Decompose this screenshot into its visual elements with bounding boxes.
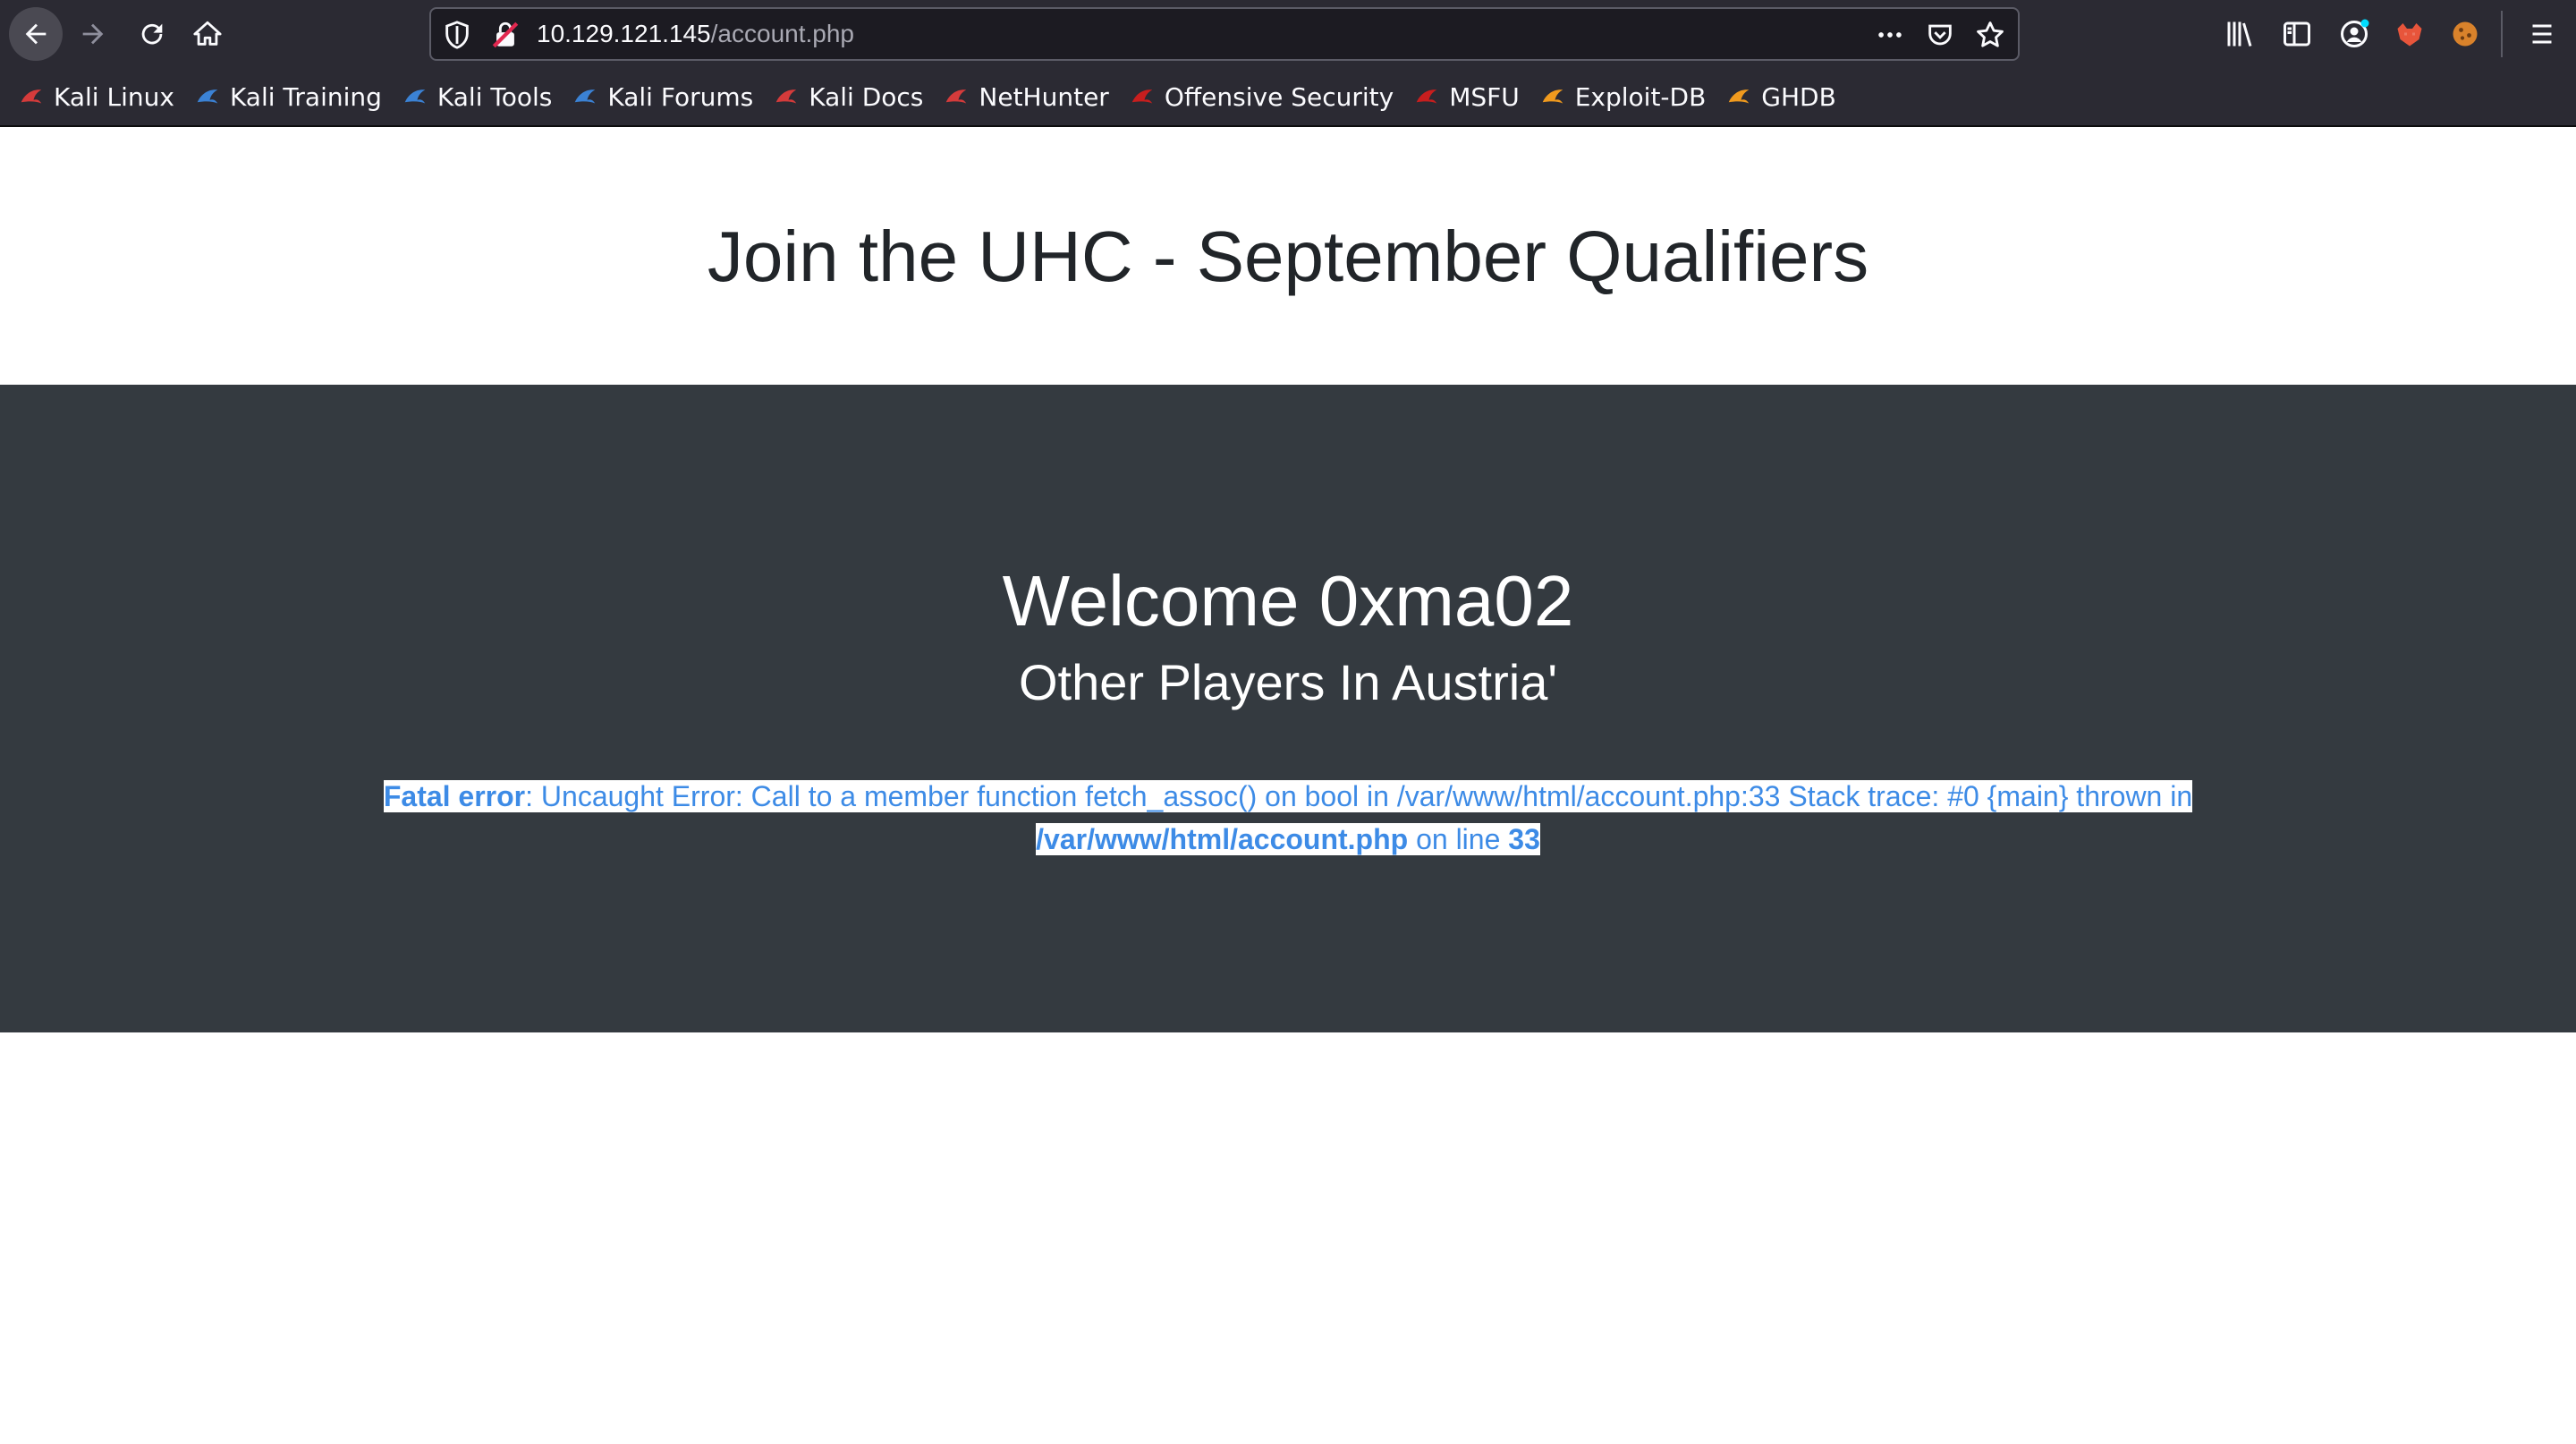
ghdb-icon — [1729, 89, 1750, 104]
arrow-right-icon — [82, 23, 104, 45]
reload-icon — [141, 23, 163, 45]
bookmark-label: NetHunter — [979, 81, 1109, 112]
kali-tools-icon — [404, 89, 426, 104]
bookmark-item[interactable]: GHDB — [1725, 82, 1836, 112]
bookmark-label: Kali Tools — [436, 81, 553, 112]
forward-button[interactable] — [66, 7, 120, 61]
welcome-section: Welcome 0xma02 Other Players In Austria'… — [0, 385, 2576, 1032]
players-subtitle: Other Players In Austria' — [1018, 654, 1558, 710]
shield-icon[interactable] — [442, 20, 472, 50]
library-icon[interactable] — [2224, 18, 2256, 50]
error-label: Fatal error — [383, 780, 526, 812]
insecure-lock-icon[interactable] — [490, 20, 521, 50]
kali-docs-icon — [775, 89, 797, 104]
bookmark-item[interactable]: Offensive Security — [1129, 82, 1394, 112]
bookmark-label: Offensive Security — [1164, 81, 1394, 112]
error-file: /var/www/html/account.php — [1036, 823, 1409, 855]
bookmark-item[interactable]: Exploit-DB — [1539, 81, 1707, 112]
error-text: : Uncaught Error: Call to a member funct… — [525, 780, 2193, 812]
bookmark-item[interactable]: MSFU — [1413, 82, 1520, 112]
kali-forums-icon — [575, 89, 596, 104]
back-button[interactable] — [9, 7, 63, 61]
sidebar-icon[interactable] — [2281, 18, 2313, 50]
bookmark-label: Kali Docs — [809, 81, 924, 112]
bookmark-item[interactable]: Kali Training — [194, 82, 382, 112]
page-title: Join the UHC - September Qualifiers — [707, 217, 1869, 296]
msfu-icon — [1416, 89, 1437, 104]
extension-fox-icon[interactable] — [2394, 18, 2426, 50]
kali-training-icon — [197, 89, 218, 104]
kali-dragon-icon — [21, 89, 42, 104]
reload-button[interactable] — [125, 7, 179, 61]
bookmark-item[interactable]: Kali Linux — [18, 82, 174, 112]
error-line-number: 33 — [1508, 823, 1540, 855]
pocket-icon[interactable] — [1925, 20, 1955, 50]
star-icon[interactable] — [1975, 20, 2005, 50]
home-button[interactable] — [181, 7, 234, 61]
bookmark-item[interactable]: Kali Tools — [402, 82, 552, 112]
nethunter-icon — [946, 89, 967, 104]
welcome-heading: Welcome 0xma02 — [1002, 561, 1574, 641]
more-actions-icon[interactable] — [1875, 20, 1905, 50]
extension-cookie-icon[interactable] — [2449, 18, 2481, 50]
url-path: /account.php — [710, 20, 854, 47]
bookmark-item[interactable]: NetHunter — [943, 81, 1109, 112]
bookmark-label: GHDB — [1761, 81, 1836, 112]
bookmark-item[interactable]: Kali Docs — [773, 82, 923, 112]
browser-toolbar: 10.129.121.145/account.php — [0, 0, 2576, 68]
bookmark-label: Kali Linux — [54, 81, 174, 112]
error-on-line: on line — [1408, 823, 1509, 855]
bookmarks-bar: Kali Linux Kali Training Kali Tools Kali Fo… — [0, 68, 2576, 127]
offsec-icon — [1131, 89, 1153, 104]
toolbar-divider — [2501, 11, 2503, 57]
bookmark-label: Kali Training — [229, 81, 382, 112]
bookmark-label: MSFU — [1449, 81, 1520, 112]
page-header: Join the UHC - September Qualifiers — [0, 127, 2576, 385]
bookmark-label: Kali Forums — [607, 81, 754, 112]
home-icon — [193, 21, 222, 46]
url-bar[interactable]: 10.129.121.145/account.php — [429, 7, 2020, 61]
account-icon[interactable] — [2338, 18, 2370, 50]
exploit-db-icon — [1542, 89, 1563, 104]
menu-icon[interactable] — [2526, 18, 2558, 50]
arrow-left-icon — [25, 23, 47, 45]
url-host: 10.129.121.145 — [537, 20, 711, 47]
php-error-message: Fatal error: Uncaught Error: Call to a m… — [371, 775, 2205, 861]
url-text[interactable]: 10.129.121.145/account.php — [537, 9, 854, 59]
bookmark-label: Exploit-DB — [1574, 81, 1707, 112]
bookmark-item[interactable]: Kali Forums — [572, 82, 753, 112]
